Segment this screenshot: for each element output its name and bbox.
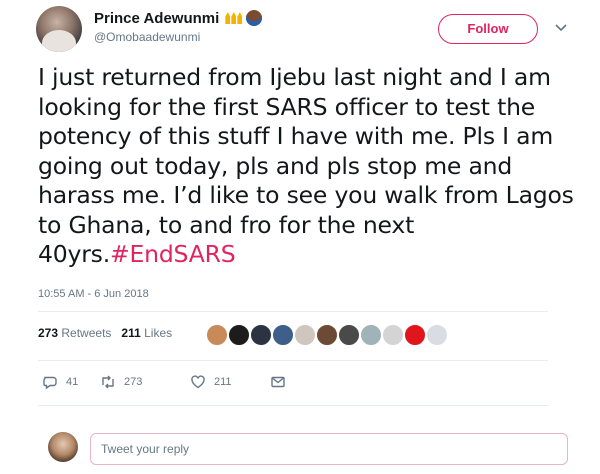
like-action[interactable]: 211: [190, 372, 232, 392]
direct-message-action[interactable]: [270, 372, 294, 392]
reply-icon: [43, 376, 57, 390]
hashtag-link[interactable]: #EndSARS: [110, 240, 236, 268]
follow-button[interactable]: Follow: [438, 14, 538, 44]
liker-avatar[interactable]: [316, 324, 338, 346]
retweets-label: Retweets: [61, 326, 112, 340]
user-handle[interactable]: @Omobaadewunmi: [94, 30, 200, 44]
likes-stat[interactable]: 211 Likes: [121, 326, 172, 340]
retweets-stat[interactable]: 273 Retweets: [38, 326, 111, 340]
likes-count: 211: [121, 326, 141, 340]
tweet-text: I just returned from Ijebu last night an…: [38, 63, 578, 270]
liker-avatar[interactable]: [250, 324, 272, 346]
liker-avatar[interactable]: [360, 324, 382, 346]
divider: [38, 405, 548, 406]
crown-emoji-icon: [225, 11, 243, 24]
liker-avatar[interactable]: [272, 324, 294, 346]
retweets-count: 273: [38, 326, 59, 340]
chevron-down-icon[interactable]: [554, 20, 568, 34]
user-avatar[interactable]: [36, 6, 82, 52]
liker-avatar[interactable]: [294, 324, 316, 346]
retweet-action[interactable]: 273: [100, 372, 142, 392]
divider: [38, 311, 548, 312]
divider: [38, 360, 548, 361]
tweet-actions: 41 273 211: [42, 372, 302, 392]
user-name-row[interactable]: Prince Adewunmi: [94, 10, 263, 27]
message-icon: [271, 376, 285, 388]
liker-avatar[interactable]: [338, 324, 360, 346]
liker-avatar[interactable]: [426, 324, 448, 346]
tweet-stats: 273 Retweets 211 Likes: [38, 326, 172, 340]
current-user-avatar: [48, 432, 78, 462]
liker-avatar[interactable]: [206, 324, 228, 346]
likes-label: Likes: [144, 326, 173, 340]
tweet-header: Prince Adewunmi @Omobaadewunmi Follow: [36, 6, 576, 52]
retweet-icon: [102, 375, 114, 389]
face-emoji-icon: [246, 10, 263, 26]
reply-action[interactable]: 41: [42, 372, 78, 392]
liker-avatar[interactable]: [404, 324, 426, 346]
retweet-count: 273: [124, 376, 143, 388]
tweet-timestamp[interactable]: 10:55 AM - 6 Jun 2018: [38, 288, 149, 300]
reply-input[interactable]: Tweet your reply: [90, 433, 568, 465]
liker-avatar[interactable]: [382, 324, 404, 346]
tweet-body: I just returned from Ijebu last night an…: [38, 63, 574, 268]
reply-count: 41: [66, 376, 79, 388]
like-count: 211: [214, 376, 232, 388]
user-name[interactable]: Prince Adewunmi: [94, 10, 219, 27]
liker-avatar[interactable]: [228, 324, 250, 346]
heart-icon: [191, 375, 205, 389]
